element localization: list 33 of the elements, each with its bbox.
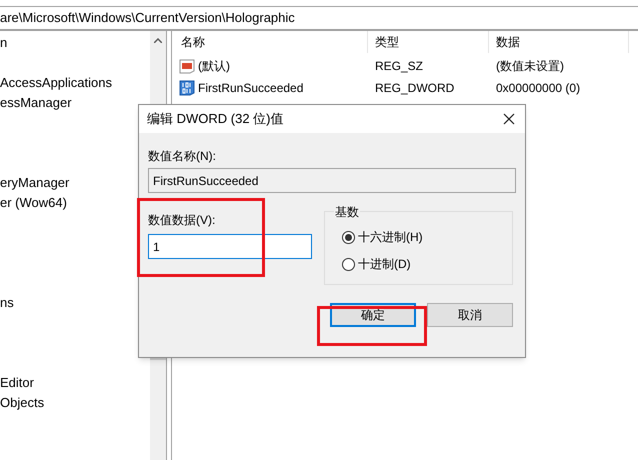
tree-item[interactable]: Objects: [0, 393, 44, 413]
close-icon[interactable]: [503, 113, 515, 125]
value-data-field[interactable]: 1: [148, 234, 312, 259]
column-header[interactable]: 类型: [368, 31, 489, 53]
tree-item[interactable]: eryManager: [0, 173, 70, 193]
tree-item[interactable]: Editor: [0, 373, 34, 393]
column-header[interactable]: 名称: [174, 31, 368, 53]
address-path: are\Microsoft\Windows\CurrentVersion\Holographic: [0, 9, 295, 28]
scroll-up-icon[interactable]: [154, 38, 162, 43]
value-type: REG_SZ: [375, 59, 424, 73]
value-name[interactable]: (默认): [198, 57, 230, 75]
value-data-label: 数值数据(V):: [148, 212, 216, 229]
value-type: REG_DWORD: [375, 81, 454, 95]
cancel-button[interactable]: 取消: [427, 303, 513, 327]
base-label: 基数: [334, 203, 360, 221]
value-data: 0x00000000 (0): [496, 81, 580, 95]
tree-item[interactable]: essManager: [0, 93, 72, 113]
tree-item[interactable]: ns: [0, 293, 14, 313]
radio-button[interactable]: [342, 258, 355, 270]
value-name-label: 数值名称(N):: [148, 148, 217, 165]
radio-label[interactable]: 十进制(D): [358, 255, 411, 273]
string-value-icon: [179, 58, 195, 74]
column-header[interactable]: 数据: [489, 31, 629, 53]
binary-value-icon: [179, 80, 195, 96]
radio-label[interactable]: 十六进制(H): [358, 228, 423, 246]
dialog-title: 编辑 DWORD (32 位)值: [147, 110, 284, 128]
tree-item[interactable]: n: [0, 33, 8, 53]
value-name[interactable]: FirstRunSucceeded: [198, 79, 304, 97]
value-name-field: FirstRunSucceeded: [148, 168, 516, 193]
tree-item[interactable]: AccessApplications: [0, 73, 112, 93]
radio-button[interactable]: [342, 230, 355, 244]
tree-item[interactable]: er (Wow64): [0, 193, 67, 213]
value-data: (数值未设置): [496, 59, 564, 73]
